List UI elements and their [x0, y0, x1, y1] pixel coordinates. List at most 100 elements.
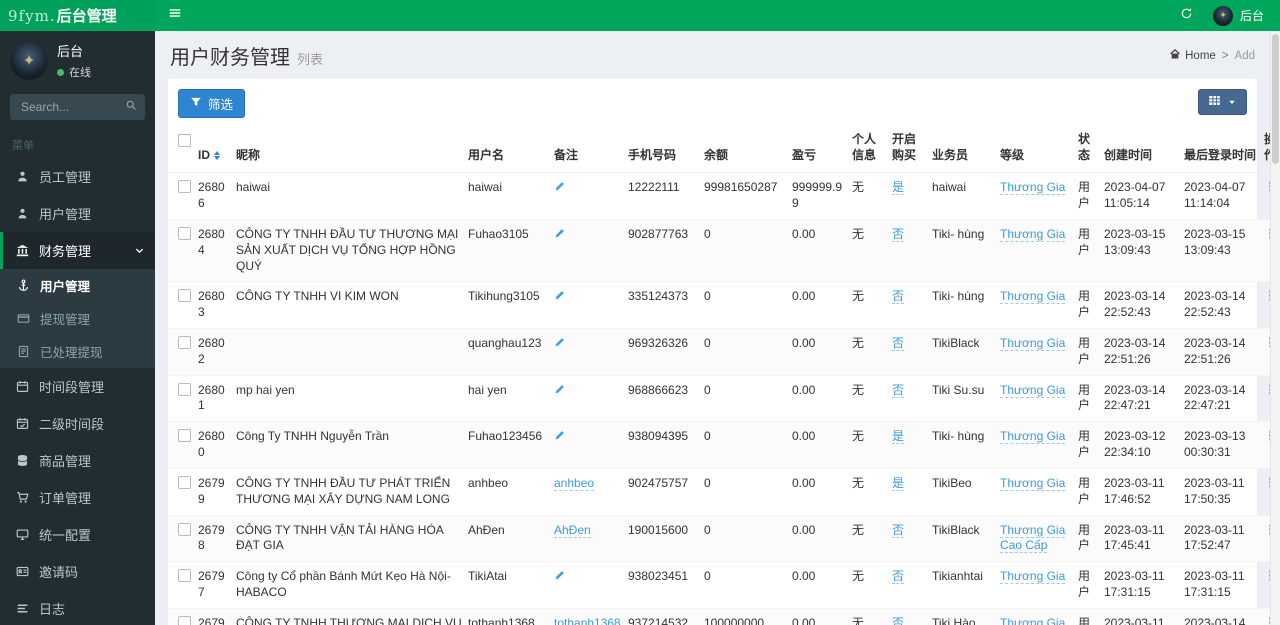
- purchase-toggle-link[interactable]: 否: [892, 522, 905, 538]
- cell-agent: Tiki- hùng: [930, 219, 998, 283]
- anchor-icon: [16, 279, 31, 292]
- purchase-toggle-link[interactable]: 否: [892, 615, 905, 625]
- row-checkbox[interactable]: [168, 608, 196, 625]
- columns-toggle-button[interactable]: [1198, 89, 1247, 115]
- column-header-profit: 盈亏: [790, 128, 850, 174]
- cell-phone: 938094395: [626, 421, 702, 469]
- table-row: 26804 CÔNG TY TNHH ĐẦU TƯ THƯƠNG MẠI SẢN …: [168, 219, 1280, 283]
- select-all-checkbox[interactable]: [168, 128, 196, 174]
- edit-note-pencil-icon[interactable]: [554, 569, 566, 581]
- sidebar-item-bank[interactable]: 财务管理: [0, 232, 155, 269]
- level-link[interactable]: Thương Gia: [1000, 382, 1066, 398]
- cell-level: Thương Gia: [998, 219, 1076, 283]
- refresh-icon[interactable]: [1180, 7, 1193, 25]
- purchase-toggle-link[interactable]: 是: [892, 429, 905, 445]
- top-navbar: 9fym. 后台管理 后台: [0, 0, 1280, 31]
- row-checkbox[interactable]: [168, 515, 196, 563]
- cell-nickname: Công ty Cổ phần Bánh Mứt Kẹo Hà Nội- HAB…: [234, 561, 466, 609]
- cell-id: 26798: [196, 515, 234, 563]
- purchase-toggle-link[interactable]: 否: [892, 335, 905, 351]
- level-link[interactable]: Thương Gia: [1000, 335, 1066, 351]
- sidebar-item-user[interactable]: 用户管理: [0, 195, 155, 232]
- sidebar-item-employee[interactable]: 员工管理: [0, 158, 155, 195]
- note-link[interactable]: AhĐen: [554, 522, 591, 538]
- cell-username: Tikihung3105: [466, 281, 552, 329]
- row-checkbox[interactable]: [168, 281, 196, 329]
- cell-profit: 0.00: [790, 561, 850, 609]
- cell-phone: 937214532: [626, 608, 702, 625]
- row-checkbox[interactable]: [168, 468, 196, 516]
- edit-note-pencil-icon[interactable]: [554, 383, 566, 395]
- purchase-toggle-link[interactable]: 是: [892, 180, 905, 196]
- cell-username: quanghau123: [466, 328, 552, 376]
- level-link[interactable]: Thương Gia: [1000, 289, 1066, 305]
- table-row: 26800 Công Ty TNHH Nguyễn Trần Fuhao123456…: [168, 421, 1280, 469]
- sidebar-item-desktop[interactable]: 统一配置: [0, 516, 155, 553]
- cell-personal-info: 无: [850, 375, 890, 423]
- purchase-toggle-link[interactable]: 否: [892, 569, 905, 585]
- level-link[interactable]: Thương Gia: [1000, 180, 1066, 196]
- edit-note-pencil-icon[interactable]: [554, 289, 566, 301]
- sidebar-subitem-anchor[interactable]: 用户管理: [0, 269, 155, 302]
- vertical-scrollbar[interactable]: [1270, 31, 1280, 625]
- sidebar-item-cart[interactable]: 订单管理: [0, 479, 155, 516]
- edit-note-pencil-icon[interactable]: [554, 429, 566, 441]
- sidebar-item-label: 财务管理: [39, 244, 92, 259]
- scrollbar-thumb[interactable]: [1272, 34, 1279, 164]
- level-link[interactable]: Thương Gia: [1000, 475, 1066, 491]
- table-row: 26797 Công ty Cổ phần Bánh Mứt Kẹo Hà Nội…: [168, 561, 1280, 609]
- cell-username: haiwai: [466, 172, 552, 220]
- cell-note: AhĐen: [552, 515, 626, 563]
- navbar-user-menu[interactable]: 后台: [1212, 5, 1264, 26]
- edit-note-pencil-icon[interactable]: [554, 227, 566, 239]
- cell-username: tothanh1368: [466, 608, 552, 625]
- cell-profit: 0.00: [790, 468, 850, 516]
- row-checkbox[interactable]: [168, 421, 196, 469]
- brand-logo[interactable]: 9fym. 后台管理: [0, 0, 155, 31]
- row-checkbox[interactable]: [168, 328, 196, 376]
- search-icon[interactable]: [125, 99, 137, 114]
- cell-status: 用户: [1076, 375, 1102, 423]
- row-checkbox[interactable]: [168, 375, 196, 423]
- breadcrumb-home-link[interactable]: Home: [1169, 48, 1216, 63]
- purchase-toggle-link[interactable]: 否: [892, 226, 905, 242]
- level-link[interactable]: Thương Gia: [1000, 226, 1066, 242]
- caret-down-icon: [1227, 95, 1237, 110]
- sidebar-item-idcard[interactable]: 邀请码: [0, 553, 155, 590]
- sidebar-item-calendar[interactable]: 时间段管理: [0, 368, 155, 405]
- edit-note-pencil-icon[interactable]: [554, 180, 566, 192]
- level-link[interactable]: Thương Gia: [1000, 569, 1066, 585]
- cell-profit: 0.00: [790, 219, 850, 283]
- row-checkbox[interactable]: [168, 561, 196, 609]
- note-link[interactable]: anhbeo: [554, 475, 595, 491]
- cell-status: 用户: [1076, 172, 1102, 220]
- cell-level: Thương Gia: [998, 608, 1076, 625]
- cell-status: 用户: [1076, 421, 1102, 469]
- cell-phone: 902475757: [626, 468, 702, 516]
- edit-note-pencil-icon[interactable]: [554, 336, 566, 348]
- row-checkbox[interactable]: [168, 219, 196, 283]
- column-header-id[interactable]: ID: [196, 128, 234, 174]
- purchase-toggle-link[interactable]: 是: [892, 475, 905, 491]
- note-link[interactable]: tothanh1368: [554, 615, 621, 625]
- filter-button[interactable]: 筛选: [178, 89, 246, 118]
- sidebar-item-list[interactable]: 日志: [0, 590, 155, 625]
- sidebar-item-database[interactable]: 商品管理: [0, 442, 155, 479]
- sidebar-toggle-icon[interactable]: [155, 0, 195, 31]
- purchase-toggle-link[interactable]: 否: [892, 289, 905, 305]
- sort-icon[interactable]: [214, 150, 220, 160]
- level-link[interactable]: Thương Gia Cao Cấp: [1000, 522, 1066, 554]
- column-header-note: 备注: [552, 128, 626, 174]
- cell-nickname: CÔNG TY TNHH THƯƠNG MẠI DỊCH VỤ KINH DOA…: [234, 608, 466, 625]
- sidebar-subitem-card[interactable]: 提现管理: [0, 302, 155, 335]
- level-link[interactable]: Thương Gia: [1000, 429, 1066, 445]
- cell-phone: 190015600: [626, 515, 702, 563]
- cell-last-login: 2023-04-07 11:14:04: [1182, 172, 1262, 220]
- sidebar-item-calendar-check[interactable]: 二级时间段: [0, 405, 155, 442]
- cell-nickname: [234, 328, 466, 376]
- cell-balance: 0: [702, 515, 790, 563]
- row-checkbox[interactable]: [168, 172, 196, 220]
- sidebar-subitem-invoice[interactable]: 已处理提现: [0, 335, 155, 368]
- level-link[interactable]: Thương Gia: [1000, 615, 1066, 625]
- purchase-toggle-link[interactable]: 否: [892, 382, 905, 398]
